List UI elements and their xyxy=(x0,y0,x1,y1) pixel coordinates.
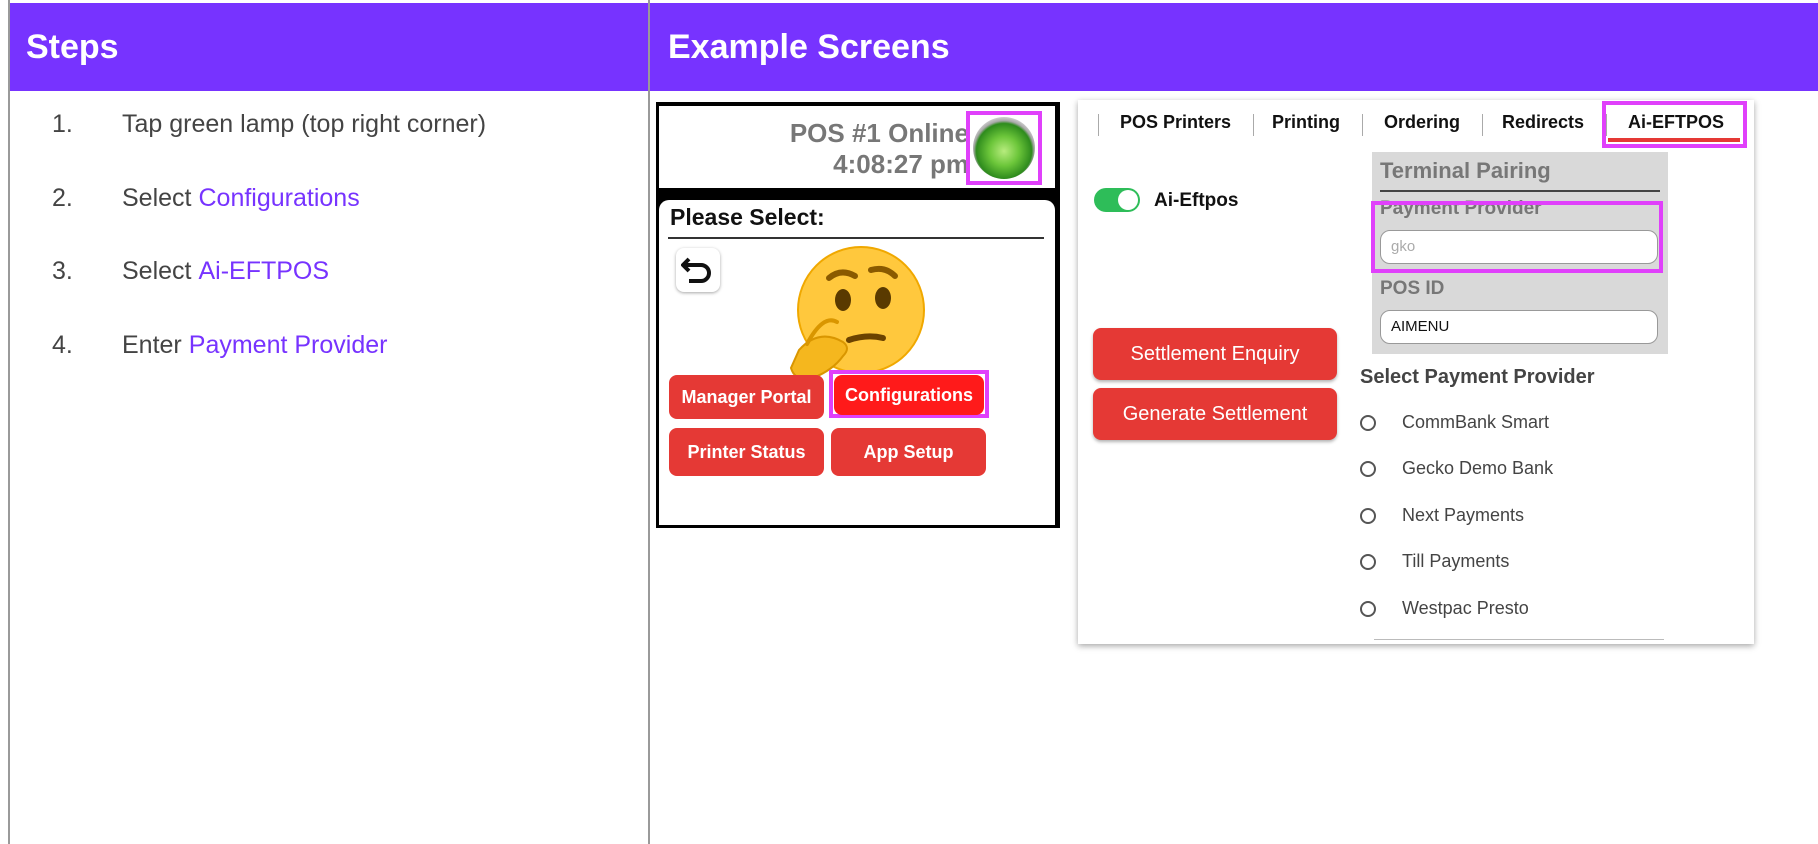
manager-portal-button[interactable]: Manager Portal xyxy=(669,375,824,419)
step-number: 4. xyxy=(52,330,73,359)
settlement-enquiry-button[interactable]: Settlement Enquiry xyxy=(1093,328,1337,380)
provider-label: Westpac Presto xyxy=(1402,598,1529,618)
list-bottom-divider xyxy=(1374,639,1664,640)
radio-icon xyxy=(1360,507,1376,524)
tab-ordering[interactable]: Ordering xyxy=(1384,112,1460,133)
provider-label: CommBank Smart xyxy=(1402,412,1550,432)
generate-settlement-button[interactable]: Generate Settlement xyxy=(1093,388,1337,440)
radio-icon xyxy=(1360,460,1376,477)
step-1: 1. Tap green lamp (top right corner) xyxy=(52,110,486,184)
title-divider xyxy=(668,237,1044,239)
steps-list: 1. Tap green lamp (top right corner) 2. … xyxy=(52,110,486,404)
back-button[interactable] xyxy=(676,248,720,292)
provider-option[interactable]: Till Payments xyxy=(1360,551,1509,572)
green-lamp-icon[interactable] xyxy=(973,117,1035,179)
toggle-label: Ai-Eftpos xyxy=(1154,190,1239,211)
provider-option[interactable]: Next Payments xyxy=(1360,505,1524,526)
provider-option[interactable]: Gecko Demo Bank xyxy=(1360,458,1553,479)
step-4: 4. Enter Payment Provider xyxy=(52,331,486,405)
terminal-pairing-divider xyxy=(1380,190,1660,192)
left-border xyxy=(8,0,10,844)
tab-printing[interactable]: Printing xyxy=(1272,112,1340,133)
pos-id-label: POS ID xyxy=(1380,278,1445,299)
step-text: Select xyxy=(122,257,192,285)
examples-header-label: Example Screens xyxy=(668,27,950,66)
step-2: 2. Select Configurations xyxy=(52,184,486,258)
step-text: Enter xyxy=(122,330,182,359)
tab-separator xyxy=(1482,114,1483,136)
radio-icon xyxy=(1360,414,1376,431)
provider-option[interactable]: CommBank Smart xyxy=(1360,412,1549,433)
step-number: 3. xyxy=(52,257,73,285)
thinking-face-icon xyxy=(789,246,925,380)
step-highlight: Ai-EFTPOS xyxy=(198,257,330,285)
pos-menu-screenshot: POS #1 Online 4:08:27 pm Please Select: xyxy=(656,102,1060,528)
step-text: Select xyxy=(122,183,192,212)
undo-arrow-icon xyxy=(681,257,711,283)
pos-status: POS #1 Online 4:08:27 pm xyxy=(790,118,969,180)
tab-separator xyxy=(1253,114,1254,136)
examples-header: Example Screens xyxy=(650,3,1818,91)
panel-title: Please Select: xyxy=(670,204,825,230)
tab-separator xyxy=(1098,114,1099,136)
pos-time-text: 4:08:27 pm xyxy=(833,149,969,179)
provider-option[interactable]: Westpac Presto xyxy=(1360,598,1529,619)
ai-eftpos-highlight-frame xyxy=(1602,101,1747,148)
tab-separator xyxy=(1362,114,1363,136)
lamp-highlight-frame xyxy=(966,111,1042,185)
configurations-button[interactable]: Configurations xyxy=(834,375,984,415)
tab-pos-printers[interactable]: POS Printers xyxy=(1120,112,1231,133)
radio-icon xyxy=(1360,553,1376,570)
step-text: Tap green lamp (top right corner) xyxy=(122,110,487,138)
payment-provider-highlight-frame xyxy=(1371,201,1663,273)
step-highlight: Configurations xyxy=(198,183,360,212)
step-number: 2. xyxy=(52,183,73,212)
step-number: 1. xyxy=(52,110,73,138)
eftpos-settings-screenshot: POS Printers Printing Ordering Redirects… xyxy=(1078,100,1754,644)
printer-status-button[interactable]: Printer Status xyxy=(669,428,824,476)
terminal-pairing-title: Terminal Pairing xyxy=(1380,158,1551,183)
provider-label: Till Payments xyxy=(1402,551,1510,571)
radio-icon xyxy=(1360,600,1376,617)
app-setup-button[interactable]: App Setup xyxy=(831,428,986,476)
select-provider-title: Select Payment Provider xyxy=(1360,366,1595,388)
provider-label: Next Payments xyxy=(1402,505,1525,525)
tab-redirects[interactable]: Redirects xyxy=(1502,112,1584,133)
step-3: 3. Select Ai-EFTPOS xyxy=(52,257,486,331)
status-bar: POS #1 Online 4:08:27 pm xyxy=(659,106,1055,188)
step-highlight: Payment Provider xyxy=(188,330,388,359)
ai-eftpos-toggle[interactable] xyxy=(1094,188,1140,212)
settings-tabs: POS Printers Printing Ordering Redirects… xyxy=(1078,100,1754,148)
column-divider xyxy=(648,0,650,844)
steps-header-label: Steps xyxy=(26,27,119,66)
pos-online-text: POS #1 Online xyxy=(789,118,969,148)
steps-header: Steps xyxy=(8,3,648,91)
instruction-table: Steps Example Screens 1. Tap green lamp … xyxy=(0,0,1818,844)
provider-label: Gecko Demo Bank xyxy=(1402,458,1554,478)
select-panel: Please Select: Manager Portal Configurat… xyxy=(659,200,1055,525)
pos-id-field[interactable]: AIMENU xyxy=(1380,310,1658,344)
